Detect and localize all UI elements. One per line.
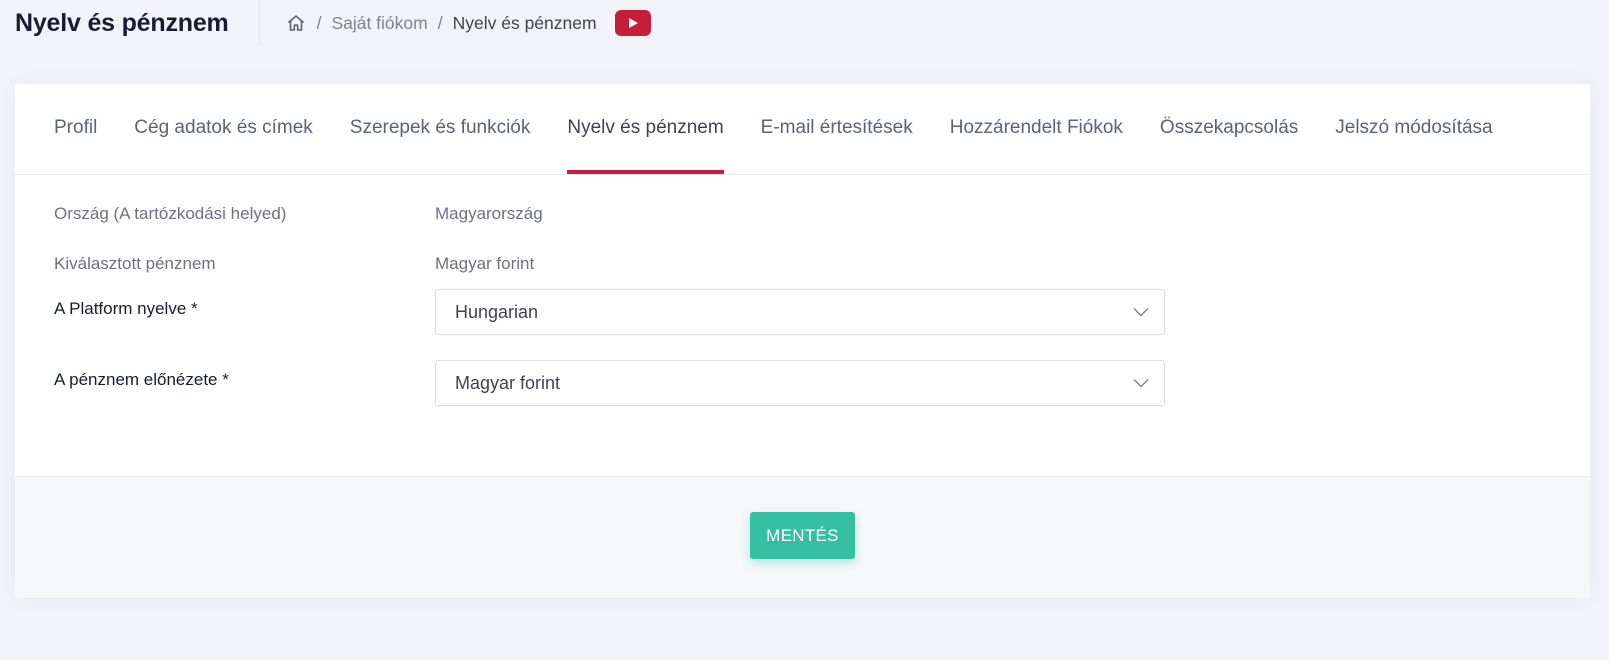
subheader: Nyelv és pénznem / Saját fiókom / Nyelv … <box>0 0 1609 46</box>
save-button[interactable]: MENTÉS <box>750 512 855 559</box>
settings-card: Profil Cég adatok és címek Szerepek és f… <box>15 84 1590 598</box>
breadcrumb-item-current: Nyelv és pénznem <box>452 12 597 33</box>
selected-currency-value: Magyar forint <box>435 254 535 273</box>
tab-connection[interactable]: Összekapcsolás <box>1160 84 1298 174</box>
platform-language-selected: Hungarian <box>455 301 539 322</box>
selected-currency-row: Kiválasztott pénznem Magyar forint <box>54 251 1551 277</box>
currency-preview-selected: Magyar forint <box>455 372 561 393</box>
currency-preview-label: A pénznem előnézete * <box>54 370 229 389</box>
country-row: Ország (A tartózkodási helyed) Magyarors… <box>54 201 1551 227</box>
breadcrumb-separator: / <box>316 12 322 33</box>
chevron-down-icon <box>1132 303 1150 321</box>
tab-change-password[interactable]: Jelszó módosítása <box>1335 84 1492 174</box>
breadcrumb-item-my-account[interactable]: Saját fiókom <box>331 13 427 34</box>
currency-preview-row: A pénznem előnézete * Magyar forint <box>54 360 1551 406</box>
youtube-icon[interactable] <box>614 10 651 36</box>
country-value: Magyarország <box>435 204 543 223</box>
currency-preview-select[interactable]: Magyar forint <box>435 360 1165 406</box>
tab-profile[interactable]: Profil <box>54 84 97 174</box>
tab-bar: Profil Cég adatok és címek Szerepek és f… <box>15 84 1590 175</box>
country-label: Ország (A tartózkodási helyed) <box>54 204 287 223</box>
breadcrumb-separator: / <box>437 12 443 33</box>
tab-company-data[interactable]: Cég adatok és címek <box>134 84 312 174</box>
home-icon[interactable] <box>285 12 307 34</box>
tab-email-notifications[interactable]: E-mail értesítések <box>761 84 913 174</box>
platform-language-row: A Platform nyelve * Hungarian <box>54 289 1551 335</box>
chevron-down-icon <box>1132 374 1150 392</box>
tab-assigned-accounts[interactable]: Hozzárendelt Fiókok <box>950 84 1123 174</box>
card-footer: MENTÉS <box>15 476 1590 598</box>
tab-roles[interactable]: Szerepek és funkciók <box>350 84 531 174</box>
platform-language-select[interactable]: Hungarian <box>435 289 1165 335</box>
platform-language-label: A Platform nyelve * <box>54 299 198 318</box>
tab-language-currency[interactable]: Nyelv és pénznem <box>567 84 724 174</box>
breadcrumb: / Saját fiókom / Nyelv és pénznem <box>260 0 651 46</box>
selected-currency-label: Kiválasztott pénznem <box>54 254 216 273</box>
page-title: Nyelv és pénznem <box>0 0 260 46</box>
